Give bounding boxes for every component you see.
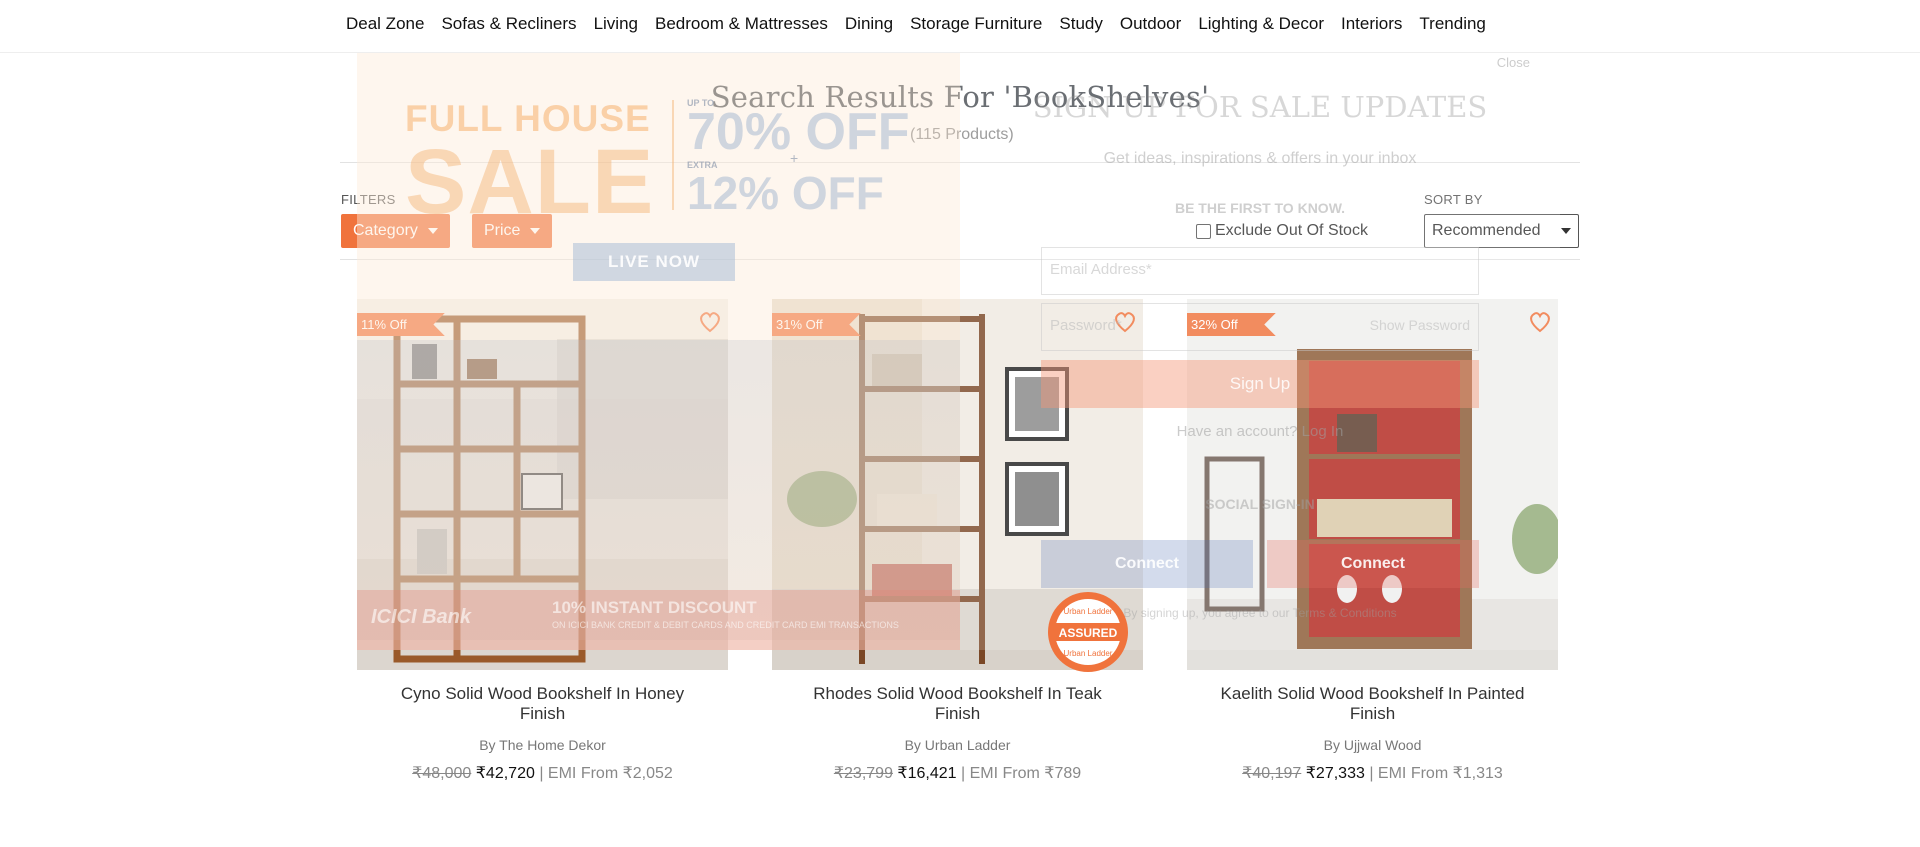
nav-item-outdoor[interactable]: Outdoor (1120, 14, 1181, 34)
product-emi: | EMI From ₹2,052 (539, 765, 673, 782)
product-price: ₹40,197 ₹27,333 | EMI From ₹1,313 (1187, 763, 1558, 783)
nav-item-sofas-recliners[interactable]: Sofas & Recliners (441, 14, 576, 34)
signup-subheading: Get ideas, inspirations & offers in your… (1103, 150, 1417, 167)
nav-item-dining[interactable]: Dining (845, 14, 893, 34)
product-brand: By The Home Dekor (479, 737, 606, 753)
product-price: ₹23,799 ₹16,421 | EMI From ₹789 (772, 763, 1143, 783)
product-sale-price: ₹42,720 (475, 765, 535, 782)
nav-item-living[interactable]: Living (594, 14, 638, 34)
signup-modal: Close SIGN UP FOR SALE UPDATES Get ideas… (960, 50, 1560, 650)
promo-banner[interactable]: FULL HOUSE SALE UP TO 70% OFF + EXTRA 12… (357, 50, 960, 650)
promo-plus: + (790, 150, 799, 166)
product-mrp: ₹40,197 (1242, 765, 1302, 782)
product-mrp: ₹23,799 (833, 765, 893, 782)
assured-bottom-text: Urban Ladder (1064, 649, 1113, 658)
product-brand: By Ujjwal Wood (1323, 737, 1422, 753)
nav-item-interiors[interactable]: Interiors (1341, 14, 1402, 34)
nav-item-lighting-decor[interactable]: Lighting & Decor (1198, 14, 1324, 34)
product-sale-price: ₹27,333 (1305, 765, 1365, 782)
product-name[interactable]: Kaelith Solid Wood Bookshelf In Painted … (1187, 684, 1558, 724)
icici-bank-logo: ICICI Bank (371, 606, 472, 628)
assured-seal-icon: ASSURED Urban Ladder Urban Ladder (1048, 592, 1128, 672)
email-field[interactable]: Email Address* (1041, 247, 1479, 295)
nav-item-study[interactable]: Study (1059, 14, 1102, 34)
product-emi: | EMI From ₹1,313 (1369, 765, 1503, 782)
product-name[interactable]: Cyno Solid Wood Bookshelf In Honey Finis… (357, 684, 728, 724)
promo-divider (672, 100, 674, 210)
password-field[interactable]: Password* Show Password (1041, 303, 1479, 351)
password-placeholder: Password* (1050, 317, 1122, 334)
nav-item-bedroom-mattresses[interactable]: Bedroom & Mattresses (655, 14, 828, 34)
facebook-connect-button[interactable]: Connect (1041, 540, 1253, 588)
instant-discount-text: 10% INSTANT DISCOUNT (552, 598, 757, 617)
signup-first-to-know: BE THE FIRST TO KNOW. (1174, 200, 1346, 216)
nav-item-trending[interactable]: Trending (1419, 14, 1485, 34)
product-emi: | EMI From ₹789 (961, 765, 1082, 782)
caret-down-icon (1561, 228, 1571, 234)
promo-70-off: 70% OFF (687, 103, 910, 161)
close-button[interactable]: Close (1497, 55, 1530, 70)
instant-discount-subtext: ON ICICI BANK CREDIT & DEBIT CARDS AND C… (552, 620, 899, 630)
category-menu: Deal Zone Sofas & Recliners Living Bedro… (346, 14, 1503, 34)
promo-sale: SALE (405, 131, 655, 233)
product-mrp: ₹48,000 (412, 765, 472, 782)
assured-text: ASSURED (1059, 626, 1118, 640)
social-signin-label: SOCIAL SIGN-IN (1205, 496, 1315, 512)
assured-top-text: Urban Ladder (1064, 607, 1113, 616)
top-navigation: Deal Zone Sofas & Recliners Living Bedro… (0, 0, 1920, 53)
product-brand: By Urban Ladder (904, 737, 1011, 753)
nav-item-deal-zone[interactable]: Deal Zone (346, 14, 424, 34)
live-now-button[interactable]: LIVE NOW (573, 243, 735, 281)
login-link[interactable]: Have an account? Log In (960, 423, 1560, 440)
product-price: ₹48,000 ₹42,720 | EMI From ₹2,052 (357, 763, 728, 783)
google-connect-button[interactable]: Connect (1267, 540, 1479, 588)
promo-12-off: 12% OFF (687, 167, 884, 219)
sign-up-button[interactable]: Sign Up (1041, 360, 1479, 408)
signup-heading: SIGN UP FOR SALE UPDATES (1032, 90, 1488, 124)
show-password-link[interactable]: Show Password (1370, 317, 1470, 333)
product-name[interactable]: Rhodes Solid Wood Bookshelf In Teak Fini… (772, 684, 1143, 724)
product-sale-price: ₹16,421 (897, 765, 957, 782)
nav-item-storage-furniture[interactable]: Storage Furniture (910, 14, 1042, 34)
